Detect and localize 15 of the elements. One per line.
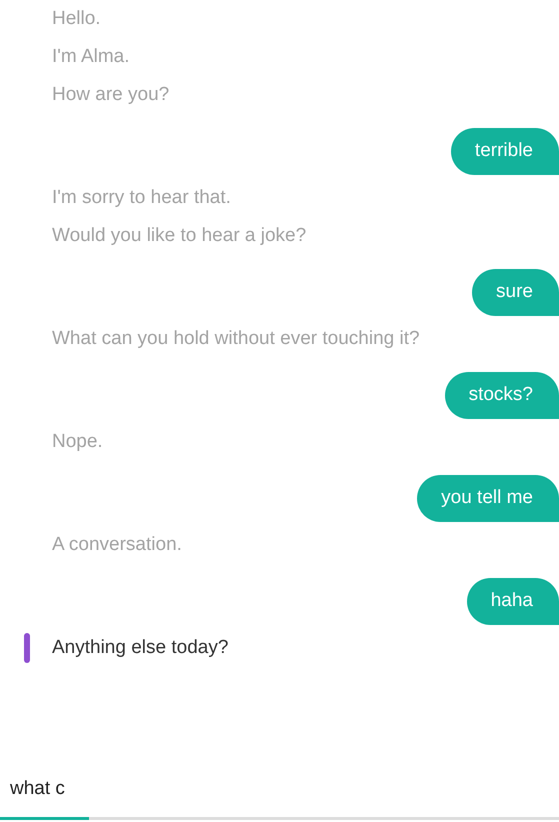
bot-message: I'm Alma. [52,45,130,69]
user-message-bubble: you tell me [417,475,559,522]
user-message-bubble: stocks? [444,372,559,419]
bot-message: Would you like to hear a joke? [52,224,306,248]
user-message-bubble: sure [472,269,559,316]
bot-message: What can you hold without ever touching it? [52,327,420,351]
bot-message: I'm sorry to hear that. [52,186,231,210]
bot-message: A conversation. [52,533,182,557]
message-input-field[interactable]: what c [0,766,559,811]
bot-message: Nope. [52,430,103,454]
user-message-bubble: terrible [450,128,559,175]
bot-message: Hello. [52,7,101,31]
user-message-bubble: haha [466,578,559,625]
bot-message: How are you? [52,83,170,107]
bot-message: Anything else today? [52,636,228,660]
